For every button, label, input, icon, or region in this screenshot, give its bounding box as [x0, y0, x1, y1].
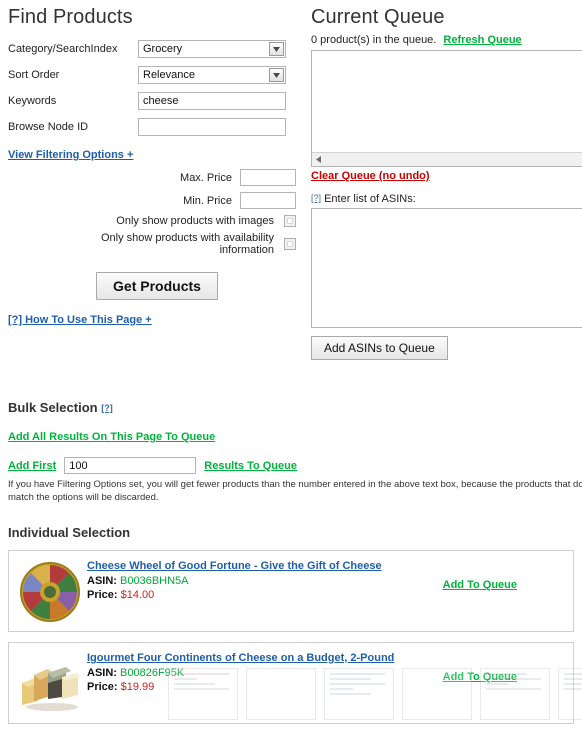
field-row-category: Category/SearchIndex Grocery — [8, 39, 296, 59]
bulk-selection-note: If you have Filtering Options set, you w… — [8, 479, 582, 503]
sort-order-select-value: Relevance — [143, 69, 195, 81]
results-to-queue-link[interactable]: Results To Queue — [204, 460, 297, 472]
asin-key-label: ASIN: — [87, 575, 117, 587]
only-availability-checkbox[interactable] — [284, 238, 296, 250]
scroll-left-arrow-icon[interactable] — [312, 154, 324, 165]
product-title-link[interactable]: Cheese Wheel of Good Fortune - Give the … — [87, 560, 382, 572]
help-icon[interactable]: [?] — [101, 403, 113, 413]
bulk-selection-panel: Bulk Selection [?] Add All Results On Th… — [8, 400, 582, 504]
find-products-panel: Find Products Category/SearchIndex Groce… — [8, 6, 296, 326]
product-price-line: Price: $19.99 — [87, 681, 394, 693]
price-value: $14.00 — [120, 589, 155, 601]
max-price-label: Max. Price — [180, 171, 232, 184]
view-filtering-options-link: View Filtering Options + — [8, 149, 296, 161]
add-all-results-link[interactable]: Add All Results On This Page To Queue — [8, 431, 215, 443]
sort-order-label: Sort Order — [8, 69, 60, 81]
max-price-row: Max. Price — [8, 169, 296, 186]
view-filtering-options-label[interactable]: View Filtering Options + — [8, 149, 133, 161]
add-first-link[interactable]: Add First — [8, 460, 56, 472]
add-asins-row: Add ASINs to Queue — [311, 336, 582, 360]
product-price-line: Price: $14.00 — [87, 589, 382, 601]
chevron-down-icon — [269, 42, 284, 56]
current-queue-title: Current Queue — [311, 6, 445, 28]
only-availability-row: Only show products with availability inf… — [8, 232, 296, 256]
queue-count-text: 0 product(s) in the queue. — [311, 34, 437, 46]
keywords-input[interactable] — [138, 92, 286, 110]
find-products-title: Find Products — [8, 6, 133, 28]
queue-horizontal-scrollbar[interactable] — [312, 152, 582, 166]
browse-node-input[interactable] — [138, 118, 286, 136]
max-price-input[interactable] — [240, 169, 296, 186]
field-row-keywords: Keywords — [8, 91, 296, 111]
category-select-value: Grocery — [143, 43, 183, 55]
product-asin-line: ASIN: B00826F95K — [87, 667, 394, 679]
how-to-use-row: [?] How To Use This Page + — [8, 314, 296, 326]
get-products-button[interactable]: Get Products — [96, 272, 218, 300]
asin-list-textarea[interactable] — [311, 208, 582, 328]
table-row: Cheese Wheel of Good Fortune - Give the … — [8, 550, 574, 632]
chevron-down-icon — [269, 68, 284, 82]
how-to-use-link[interactable]: [?] How To Use This Page + — [8, 314, 152, 326]
add-first-count-input[interactable] — [64, 457, 197, 474]
only-images-label: Only show products with images — [116, 215, 274, 227]
queue-contents-textarea[interactable] — [311, 50, 582, 167]
asin-list-label-row: [?] Enter list of ASINs: — [311, 193, 582, 205]
price-key-label: Price: — [87, 589, 118, 601]
cheese-assortment-image — [17, 649, 83, 719]
min-price-label: Min. Price — [183, 194, 232, 207]
add-first-row: Add First Results To Queue — [8, 457, 582, 474]
add-to-queue-link[interactable]: Add To Queue — [443, 579, 517, 591]
bulk-selection-title: Bulk Selection — [8, 400, 98, 415]
product-asin-line: ASIN: B0036BHN5A — [87, 575, 382, 587]
only-images-row: Only show products with images — [8, 215, 296, 227]
table-row: Igourmet Four Continents of Cheese on a … — [8, 642, 574, 724]
category-label: Category/SearchIndex — [8, 43, 118, 55]
help-icon[interactable]: [?] — [311, 193, 321, 203]
product-info: Igourmet Four Continents of Cheese on a … — [87, 649, 394, 695]
asin-value: B00826F95K — [120, 667, 185, 679]
category-select[interactable]: Grocery — [138, 40, 286, 58]
bulk-selection-title-row: Bulk Selection [?] — [8, 400, 582, 415]
product-title-link[interactable]: Igourmet Four Continents of Cheese on a … — [87, 652, 394, 664]
asin-key-label: ASIN: — [87, 667, 117, 679]
individual-selection-panel: Individual Selection Cheese Wheel of Goo… — [8, 525, 582, 734]
field-row-browse-node: Browse Node ID — [8, 117, 296, 137]
current-queue-panel: Current Queue 0 product(s) in the queue.… — [311, 6, 582, 360]
field-row-sort-order: Sort Order Relevance — [8, 65, 296, 85]
keywords-label: Keywords — [8, 95, 57, 107]
page-root: Find Products Category/SearchIndex Groce… — [0, 0, 582, 736]
refresh-queue-link[interactable]: Refresh Queue — [443, 34, 521, 46]
cheese-wheel-image — [17, 557, 83, 627]
sort-order-select[interactable]: Relevance — [138, 66, 286, 84]
individual-selection-title: Individual Selection — [8, 525, 131, 540]
queue-status-line: 0 product(s) in the queue. Refresh Queue — [311, 34, 582, 46]
min-price-row: Min. Price — [8, 192, 296, 209]
add-to-queue-link[interactable]: Add To Queue — [443, 671, 517, 683]
clear-queue-link[interactable]: Clear Queue (no undo) — [311, 170, 430, 182]
price-value: $19.99 — [120, 681, 155, 693]
asin-list-label: Enter list of ASINs: — [324, 193, 416, 205]
browse-node-label: Browse Node ID — [8, 121, 89, 133]
asin-value: B0036BHN5A — [120, 575, 189, 587]
get-products-row: Get Products — [8, 272, 296, 300]
min-price-input[interactable] — [240, 192, 296, 209]
price-key-label: Price: — [87, 681, 118, 693]
product-info: Cheese Wheel of Good Fortune - Give the … — [87, 557, 382, 603]
only-availability-label: Only show products with availability inf… — [100, 232, 274, 256]
add-asins-to-queue-button[interactable]: Add ASINs to Queue — [311, 336, 448, 360]
only-images-checkbox[interactable] — [284, 215, 296, 227]
